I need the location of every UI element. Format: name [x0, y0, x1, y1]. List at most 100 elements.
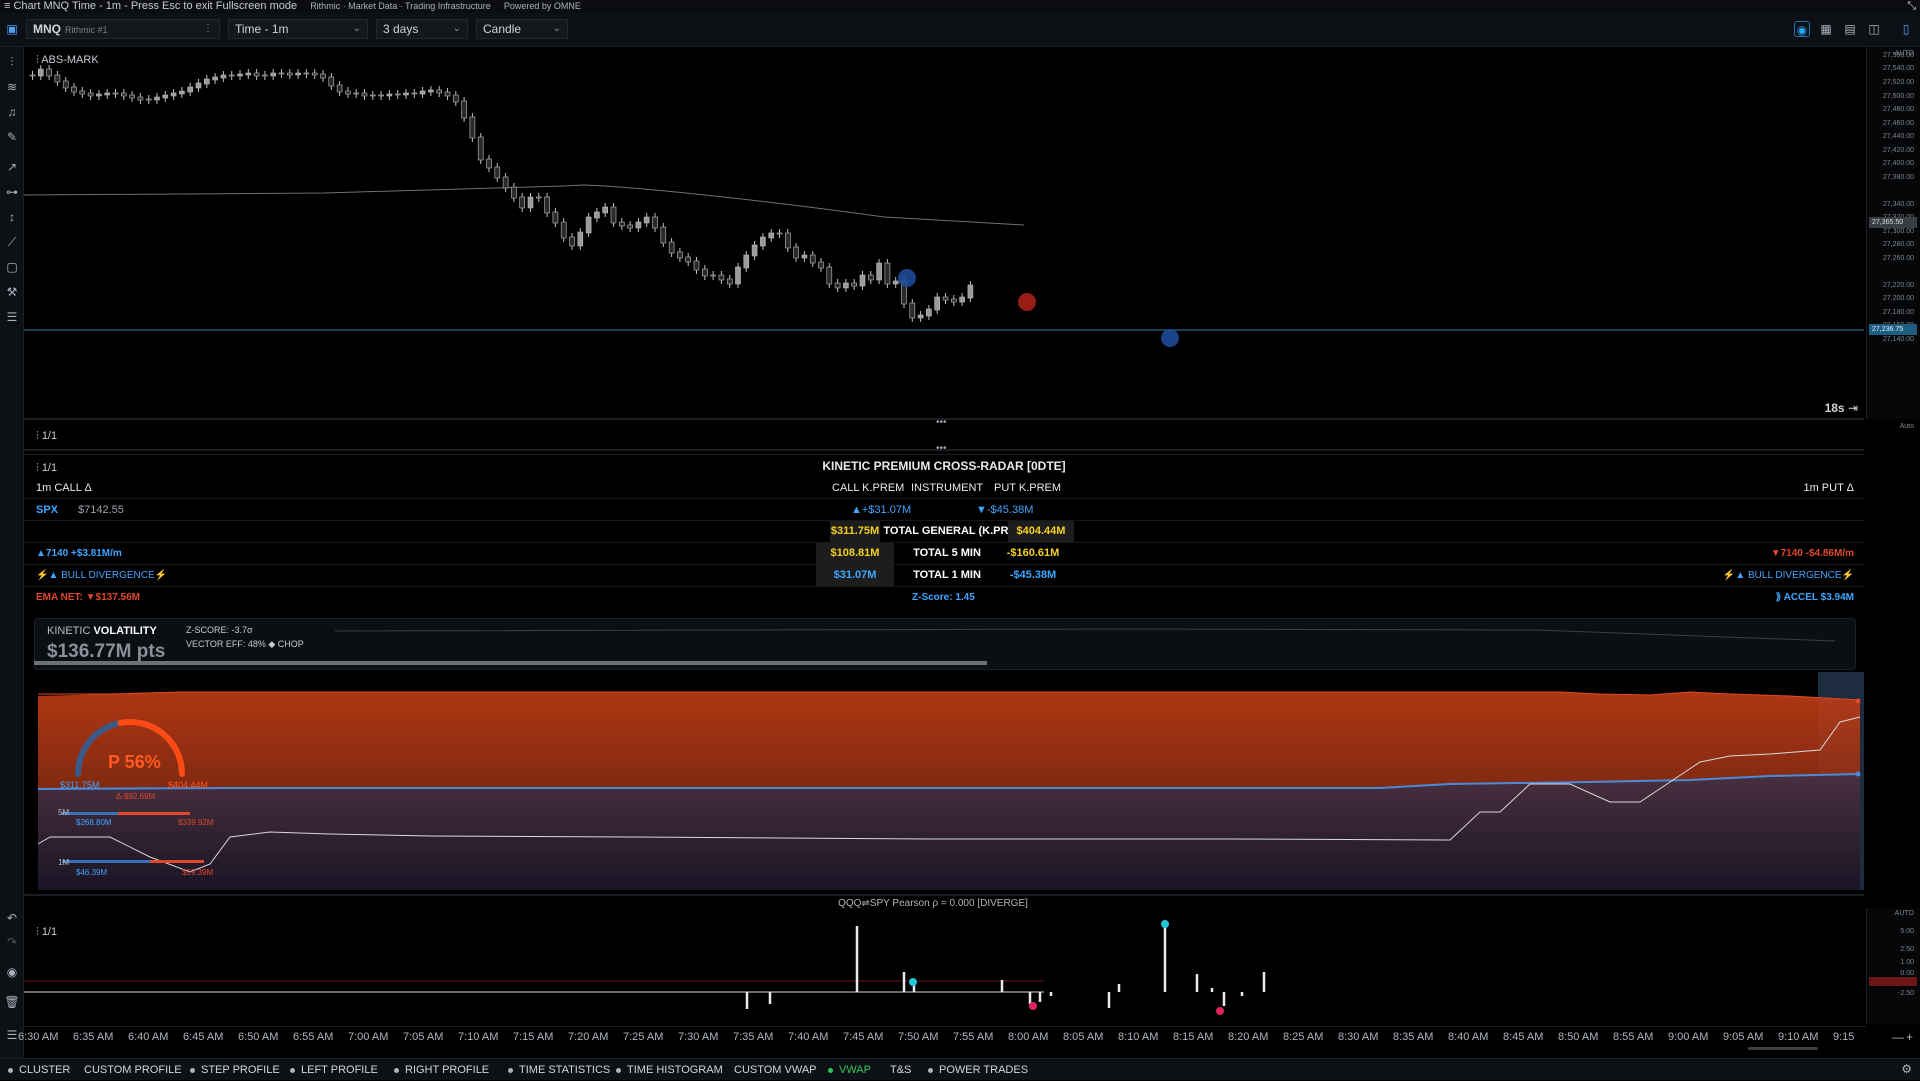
settings-icon[interactable]: ⚙ — [1901, 1062, 1912, 1076]
candle-body — [967, 284, 974, 299]
horizontal-line-icon[interactable]: ⊶ — [3, 183, 21, 201]
tab-vwap[interactable]: VWAP — [828, 1059, 871, 1081]
right-strike-flow: ▼7140 -$4.86M/m — [1770, 548, 1854, 559]
candle-body — [170, 92, 177, 97]
splitter-grip-icon[interactable]: ••• — [936, 417, 947, 428]
candle-body — [444, 91, 451, 97]
tab-time-statistics[interactable]: TIME STATISTICS — [508, 1059, 610, 1081]
candle-body — [87, 92, 94, 97]
candle-body — [38, 68, 44, 77]
bell-icon[interactable]: ♫ — [3, 103, 21, 121]
arrow-icon[interactable]: ↗ — [3, 158, 21, 176]
mouse-icon[interactable]: ◫ — [1866, 21, 1882, 37]
time-axis[interactable]: 6:30 AM 6:35 AM 6:40 AM 6:45 AM 6:50 AM 6:55 … — [18, 1026, 1866, 1050]
trash-icon[interactable]: 🗑 — [3, 993, 21, 1011]
candle-series — [24, 65, 1864, 347]
panel-toggle-icon[interactable]: ▣ — [4, 21, 20, 37]
volatility-scrollbar[interactable] — [34, 661, 987, 665]
time-tick: 6:50 AM — [238, 1031, 279, 1043]
zoom-in-icon[interactable]: + — [1906, 1030, 1913, 1044]
call-premium: ▲+$31.07M — [851, 504, 912, 516]
tab-power-trades[interactable]: POWER TRADES — [928, 1059, 1028, 1081]
timeframe-select[interactable]: Time - 1m ⌄ — [228, 19, 368, 39]
scroll-end-icon[interactable]: ⇥ — [1848, 401, 1858, 415]
candle-body — [577, 231, 584, 247]
fib-icon[interactable]: ⚒ — [3, 283, 21, 301]
eye-icon[interactable]: ◉ — [3, 963, 21, 981]
chart-type-select[interactable]: Candle ⌄ — [476, 19, 568, 39]
lock-icon[interactable]: ▤ — [1842, 21, 1858, 37]
redo-icon[interactable]: ↷ — [3, 933, 21, 951]
candle-body — [585, 216, 592, 234]
symbol-selector[interactable]: MNQ Rithmic #1 ⋮ — [26, 19, 220, 39]
vertical-line-icon[interactable]: ↕ — [3, 208, 21, 226]
price-tick: 27,380.00 — [1882, 174, 1914, 181]
pearson-histogram-panel[interactable]: ⫶ 1/1 — [24, 908, 1864, 1024]
candle-body — [46, 68, 52, 77]
chart-icon[interactable]: ⫶ — [3, 53, 21, 71]
undo-icon[interactable]: ↶ — [3, 909, 21, 927]
time-tick: 9:05 AM — [1723, 1031, 1764, 1043]
candle-body — [353, 92, 360, 95]
ruler-icon[interactable]: ☰ — [3, 308, 21, 326]
time-tick: 8:35 AM — [1393, 1031, 1434, 1043]
exit-fullscreen-icon[interactable]: ⤡ — [1907, 0, 1916, 13]
histogram-axis[interactable]: AUTO 5.00 2.50 1.00 0.00 -2.50 — [1866, 908, 1920, 1024]
range-select[interactable]: 3 days ⌄ — [376, 19, 468, 39]
calculator-icon[interactable]: ▦ — [1818, 21, 1834, 37]
candle-body — [253, 72, 260, 77]
tab-cluster[interactable]: CLUSTER — [8, 1059, 70, 1081]
axis-mode-bottom[interactable]: Auto — [1900, 423, 1914, 430]
more-icon[interactable]: ⋮ — [203, 20, 213, 38]
candle-body — [71, 86, 77, 93]
pencil-icon[interactable]: ✎ — [3, 128, 21, 146]
ema-net: EMA NET: ▼$137.56M — [36, 592, 141, 603]
magenta-signal-dot — [1029, 1002, 1037, 1010]
broadcast-icon[interactable]: ◉ — [1794, 21, 1810, 37]
time-tick: 9:10 AM — [1778, 1031, 1819, 1043]
time-tick: 7:20 AM — [568, 1031, 609, 1043]
candle-body — [876, 262, 882, 281]
status-dot-icon — [928, 1067, 933, 1073]
layout-icon[interactable]: ▯ — [1898, 21, 1914, 37]
tab-t-s[interactable]: T&S — [890, 1059, 911, 1081]
tab-custom-profile[interactable]: CUSTOM PROFILE — [84, 1059, 182, 1081]
candle-body — [809, 254, 816, 264]
zoom-out-icon[interactable]: — — [1892, 1030, 1904, 1044]
status-dot-icon — [290, 1067, 295, 1073]
countdown-label: 18s — [1824, 401, 1845, 415]
candle-body — [768, 232, 775, 239]
tab-custom-vwap[interactable]: CUSTOM VWAP — [734, 1059, 817, 1081]
chevron-down-icon: ⌄ — [352, 23, 361, 34]
time-scrollbar[interactable] — [1748, 1047, 1818, 1050]
candle-body — [859, 274, 866, 287]
price-chart[interactable]: ⫶ ABS-MARK 18s ⇥ — [24, 47, 1864, 419]
candle-body — [62, 80, 69, 89]
price-tick: 27,220.00 — [1882, 282, 1914, 289]
tab-time-histogram[interactable]: TIME HISTOGRAM — [616, 1059, 723, 1081]
call-last-dot — [1855, 771, 1861, 777]
row1-put-bar — [150, 860, 204, 863]
tab-label: T&S — [890, 1064, 912, 1076]
tab-left-profile[interactable]: LEFT PROFILE — [290, 1059, 378, 1081]
tab-right-profile[interactable]: RIGHT PROFILE — [394, 1059, 489, 1081]
timeframe-value: Time - 1m — [235, 22, 289, 36]
price-tick: 27,280.00 — [1882, 241, 1914, 248]
rectangle-icon[interactable]: ▢ — [3, 258, 21, 276]
pane-splitter[interactable] — [24, 894, 1864, 896]
trendline-icon[interactable]: ⟋ — [3, 233, 21, 251]
price-axis[interactable]: AUTO 27,560.00 27,540.00 27,520.00 27,500.0… — [1866, 47, 1920, 430]
candle-body — [710, 274, 716, 277]
candle-body — [436, 89, 443, 94]
time-tick: 7:50 AM — [898, 1031, 939, 1043]
time-tick: 6:45 AM — [183, 1031, 224, 1043]
time-tick: 7:40 AM — [788, 1031, 829, 1043]
layers-icon[interactable]: ≋ — [3, 78, 21, 96]
candle-body — [452, 94, 459, 103]
candle-body — [428, 89, 434, 93]
row5-call-bar — [62, 812, 118, 815]
symbol-label: MNQ — [33, 22, 61, 36]
pane-tag: ⫶ 1/1 — [36, 430, 57, 443]
splitter-grip-icon[interactable]: ••• — [936, 443, 947, 454]
tab-step-profile[interactable]: STEP PROFILE — [190, 1059, 280, 1081]
